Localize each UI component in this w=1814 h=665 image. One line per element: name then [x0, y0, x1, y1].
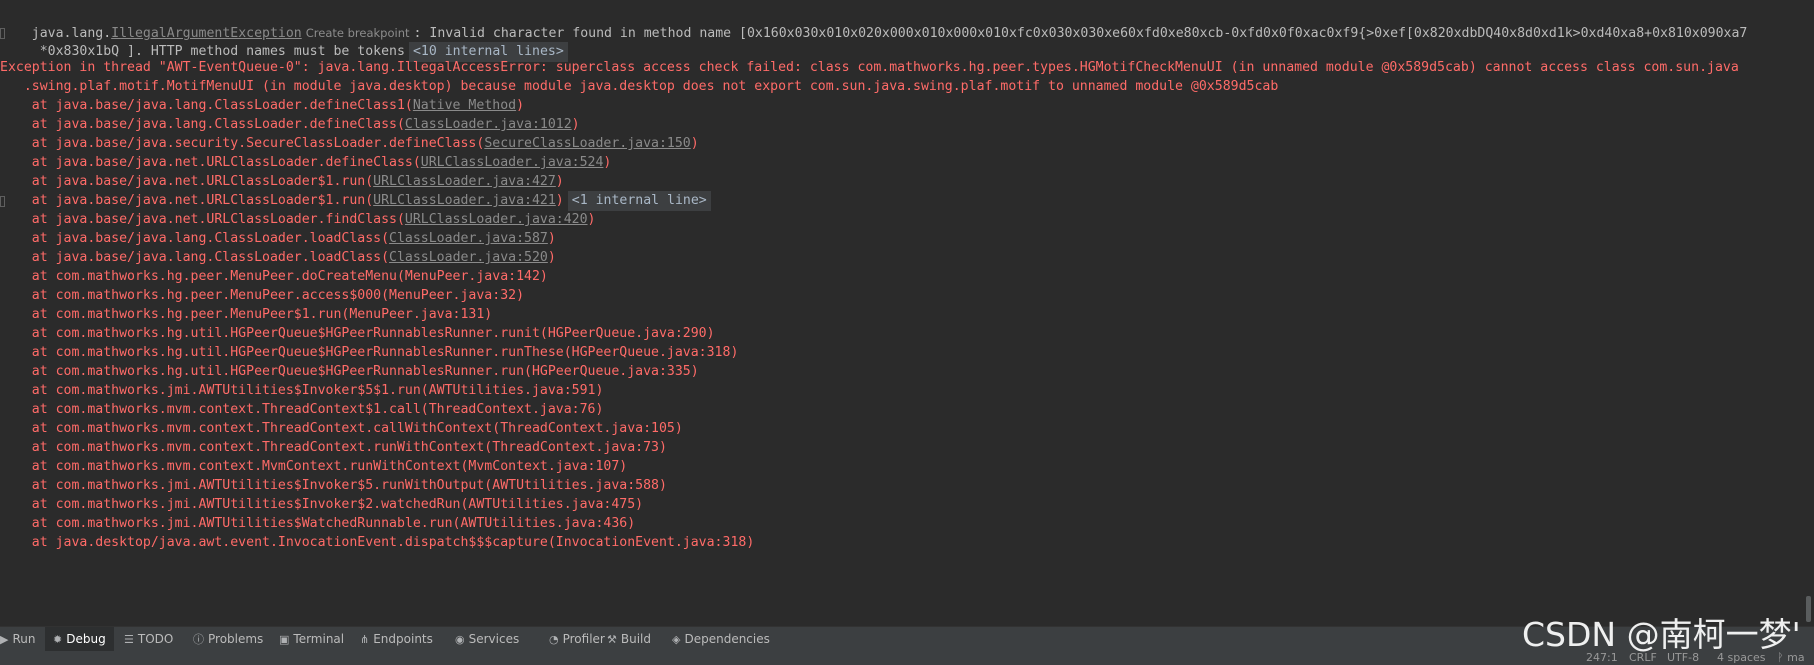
console-line: *0x830x1bQ ]. HTTP method names must be …: [0, 19, 568, 62]
tool-tab-label: Terminal: [293, 632, 345, 646]
stack-frame-close: ): [555, 174, 564, 189]
tool-tab-profiler[interactable]: ◔ Profiler: [549, 627, 605, 652]
stack-frame-close: ): [571, 117, 580, 132]
tool-tab-label: Endpoints: [373, 632, 433, 646]
stack-frame: at java.desktop/java.awt.event.Invocatio…: [0, 532, 755, 554]
exception-message: : Invalid character found in method name…: [413, 26, 1748, 41]
bug-icon: ✹: [53, 633, 63, 646]
hammer-icon: ⚒: [607, 633, 617, 646]
internal-lines-chip[interactable]: <1 internal line>: [567, 191, 711, 211]
stack-frame-text: at com.mathworks.jmi.AWTUtilities$Invoke…: [0, 497, 644, 512]
stack-frame-text: at java.base/java.lang.ClassLoader.defin…: [0, 98, 413, 113]
csdn-watermark: CSDN @南柯一梦': [1522, 615, 1801, 654]
stack-frame-text: at com.mathworks.mvm.context.ThreadConte…: [0, 440, 667, 455]
tool-tab-build[interactable]: ⚒ Build: [607, 627, 651, 652]
profiler-icon: ◔: [549, 633, 559, 646]
tool-tab-label: TODO: [137, 632, 174, 646]
tool-tab-label: Dependencies: [684, 632, 770, 646]
list-icon: ☰: [124, 633, 134, 646]
tool-tab-label: Run: [12, 632, 36, 646]
source-link[interactable]: URLClassLoader.java:524: [421, 155, 604, 170]
stack-frame-text: at java.base/java.net.URLClassLoader.fin…: [0, 212, 405, 227]
dependencies-icon: ◈: [672, 633, 681, 646]
stack-frame-text: at com.mathworks.hg.peer.MenuPeer.doCrea…: [0, 269, 548, 284]
stack-frame-text: at java.base/java.net.URLClassLoader$1.r…: [0, 174, 374, 189]
stack-frame-text: at java.base/java.security.SecureClassLo…: [0, 136, 485, 151]
tool-tab-run[interactable]: ▶ Run: [0, 627, 35, 652]
source-link[interactable]: ClassLoader.java:1012: [405, 117, 572, 132]
stack-frame-text: at java.base/java.lang.ClassLoader.loadC…: [0, 231, 390, 246]
services-icon: ◉: [455, 633, 465, 646]
stack-frame-text: at com.mathworks.mvm.context.ThreadConte…: [0, 402, 604, 417]
tool-tab-todo[interactable]: ☰ TODO: [124, 627, 173, 652]
stack-frame-text: at com.mathworks.hg.peer.MenuPeer$1.run(…: [0, 307, 493, 322]
tool-tab-debug[interactable]: ✹ Debug: [45, 627, 114, 652]
tool-tab-label: Profiler: [562, 632, 605, 646]
source-link[interactable]: URLClassLoader.java:427: [373, 174, 556, 189]
info-icon: ⓘ: [193, 633, 204, 646]
stack-frame-close: ): [547, 250, 556, 265]
stack-frame-text: at com.mathworks.hg.util.HGPeerQueue$HGP…: [0, 364, 699, 379]
stack-frame-close: ): [603, 155, 612, 170]
source-link[interactable]: ClassLoader.java:520: [389, 250, 548, 265]
stack-frame-close: ): [690, 136, 699, 151]
tool-tab-services[interactable]: ◉ Services: [455, 627, 519, 652]
stack-frame-text: at java.base/java.lang.ClassLoader.defin…: [0, 117, 405, 132]
console-output[interactable]: java.lang.IllegalArgumentException Create…: [0, 0, 1814, 626]
stack-frame-text: at java.base/java.net.URLClassLoader$1.r…: [0, 193, 374, 208]
stack-frame-text: at com.mathworks.hg.util.HGPeerQueue$HGP…: [0, 326, 715, 341]
stack-frame-text: at com.mathworks.hg.util.HGPeerQueue$HGP…: [0, 345, 739, 360]
tool-tab-endpoints[interactable]: ⋔ Endpoints: [360, 627, 433, 652]
stack-frame-text: at com.mathworks.hg.peer.MenuPeer.access…: [0, 288, 525, 303]
terminal-icon: ▣: [279, 633, 290, 646]
stack-frame-close: ): [555, 193, 564, 208]
stack-frame-text: at java.desktop/java.awt.event.Invocatio…: [0, 535, 755, 550]
stack-frame-text: at com.mathworks.jmi.AWTUtilities$Invoke…: [0, 478, 667, 493]
vertical-scrollbar[interactable]: [1806, 596, 1811, 622]
tool-tab-dependencies[interactable]: ◈ Dependencies: [672, 627, 770, 652]
tool-tab-label: Problems: [208, 632, 264, 646]
stack-frame-text: at com.mathworks.mvm.context.MvmContext.…: [0, 459, 628, 474]
source-link[interactable]: ClassLoader.java:587: [389, 231, 548, 246]
stack-frame-close: ): [547, 231, 556, 246]
tool-tab-problems[interactable]: ⓘ Problems: [193, 627, 263, 652]
source-link[interactable]: SecureClassLoader.java:150: [484, 136, 690, 151]
source-link[interactable]: URLClassLoader.java:421: [373, 193, 556, 208]
stack-frame-text: at java.base/java.lang.ClassLoader.loadC…: [0, 250, 390, 265]
endpoints-icon: ⋔: [360, 633, 370, 646]
source-link[interactable]: URLClassLoader.java:420: [405, 212, 588, 227]
tool-tab-terminal[interactable]: ▣ Terminal: [279, 627, 344, 652]
tool-tab-label: Build: [620, 632, 651, 646]
stack-frame-text: at java.base/java.net.URLClassLoader.def…: [0, 155, 421, 170]
stack-frame-close: ): [587, 212, 596, 227]
stack-frame-close: ): [516, 98, 525, 113]
stack-frame-text: at com.mathworks.jmi.AWTUtilities$Watche…: [0, 516, 636, 531]
stack-frame-text: at com.mathworks.mvm.context.ThreadConte…: [0, 421, 683, 436]
tool-tab-label: Debug: [66, 632, 106, 646]
stack-frame-text: at com.mathworks.jmi.AWTUtilities$Invoke…: [0, 383, 604, 398]
run-icon: ▶: [0, 633, 9, 646]
tool-tab-label: Services: [468, 632, 520, 646]
source-link[interactable]: Native Method: [413, 98, 516, 113]
